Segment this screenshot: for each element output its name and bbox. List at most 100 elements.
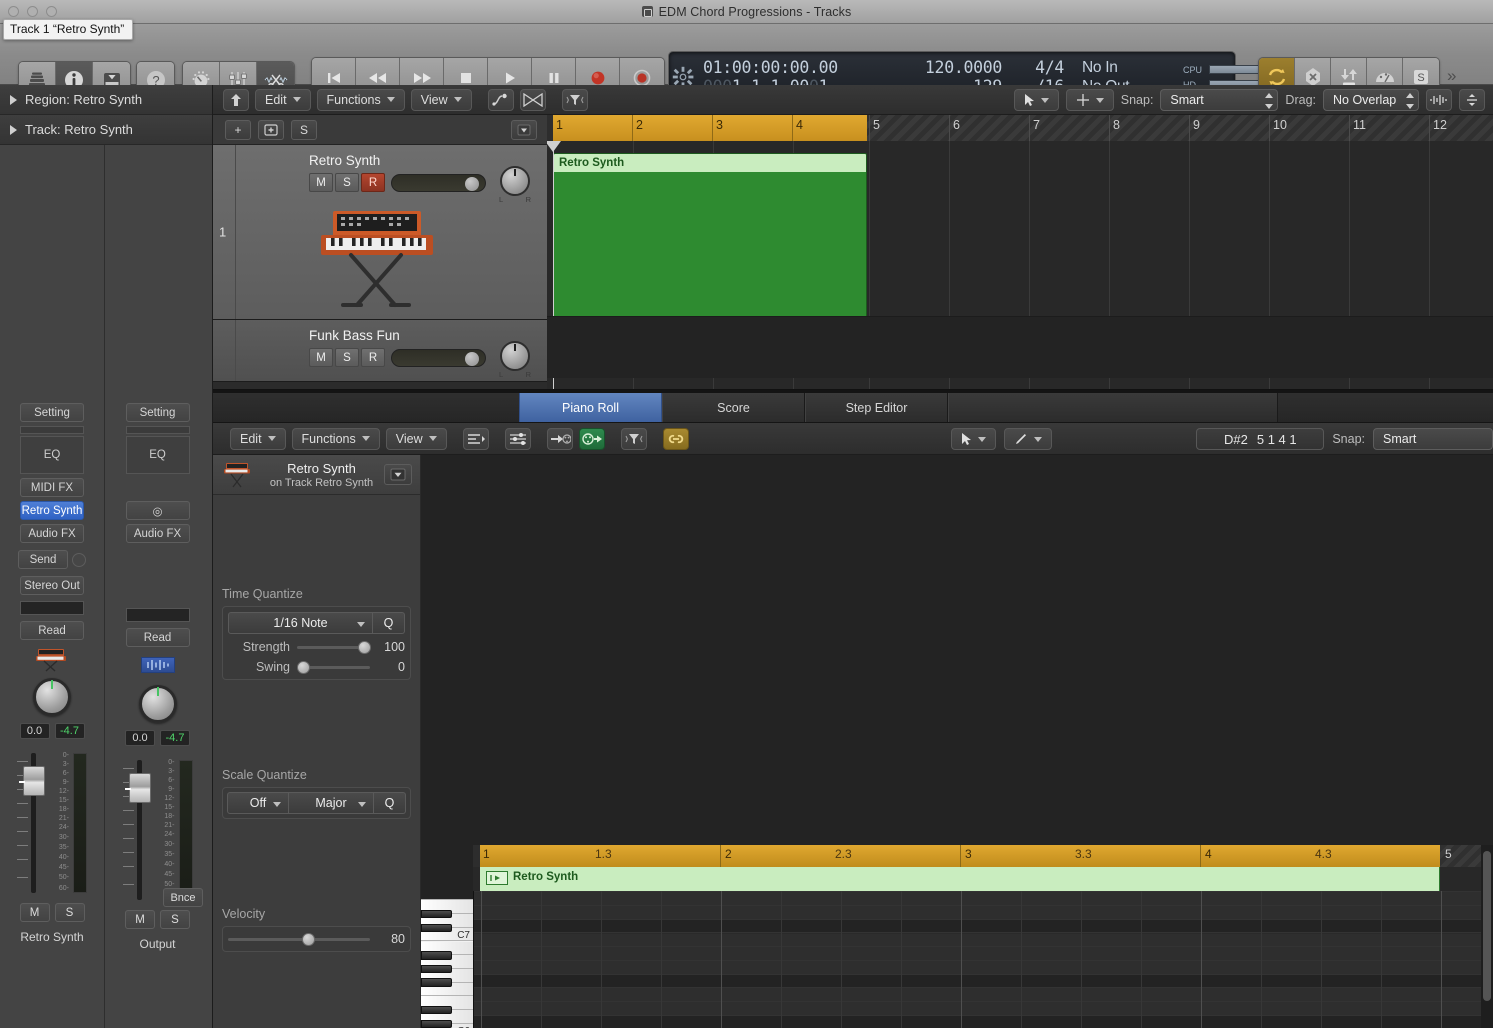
add-track-button[interactable]: + bbox=[225, 119, 251, 140]
playhead-handle[interactable] bbox=[547, 141, 561, 152]
tab-step-editor[interactable]: Step Editor bbox=[805, 393, 948, 422]
scrollbar-thumb[interactable] bbox=[1483, 851, 1491, 1001]
track-pan-control[interactable]: LR bbox=[498, 166, 532, 204]
output-slot[interactable]: Stereo Out bbox=[20, 576, 84, 595]
midi-in-button[interactable] bbox=[546, 427, 573, 450]
grid-row[interactable] bbox=[474, 974, 1493, 989]
volume-fader[interactable] bbox=[17, 753, 47, 893]
pan-value[interactable]: 0.0 bbox=[125, 730, 155, 746]
pan-value[interactable]: 0.0 bbox=[19, 723, 50, 739]
track-solo-button[interactable]: S bbox=[335, 348, 359, 367]
eq-display[interactable]: EQ bbox=[20, 436, 84, 474]
time-quantize-q-button[interactable]: Q bbox=[373, 612, 405, 634]
track-header-2[interactable]: Funk Bass Fun M S R LR bbox=[213, 320, 547, 382]
setting-slot[interactable] bbox=[20, 426, 84, 434]
grid-row[interactable] bbox=[474, 906, 1493, 920]
group-slot[interactable] bbox=[20, 601, 84, 615]
scale-type-popup[interactable]: Major bbox=[289, 792, 374, 814]
note-list-button[interactable] bbox=[462, 427, 489, 450]
bounce-button[interactable]: Bnce bbox=[163, 888, 203, 907]
piano-key-black[interactable] bbox=[421, 951, 452, 960]
tab-piano-roll[interactable]: Piano Roll bbox=[519, 393, 662, 422]
link-button[interactable] bbox=[662, 427, 689, 450]
instrument-slot[interactable]: Retro Synth bbox=[20, 501, 84, 520]
zoom-button[interactable] bbox=[46, 6, 57, 17]
track-name[interactable]: Funk Bass Fun bbox=[309, 328, 400, 343]
setting-slot[interactable] bbox=[125, 426, 190, 434]
region-disclosure-button[interactable] bbox=[384, 464, 412, 485]
slider-handle[interactable] bbox=[465, 352, 479, 366]
snap-popup[interactable]: Smart bbox=[1373, 428, 1493, 450]
mute-button[interactable]: M bbox=[19, 903, 50, 922]
piano-roll-region-bar[interactable]: Retro Synth bbox=[473, 867, 1493, 891]
send-level-knob[interactable] bbox=[72, 552, 86, 567]
volume-value[interactable]: -4.7 bbox=[54, 723, 85, 739]
pointer-tool[interactable] bbox=[1013, 89, 1059, 111]
solo-button[interactable]: S bbox=[54, 903, 85, 922]
time-quantize-popup[interactable]: 1/16 Note bbox=[228, 612, 373, 634]
region-retro-synth[interactable]: Retro Synth bbox=[553, 153, 867, 323]
track-name[interactable]: Retro Synth bbox=[309, 153, 380, 168]
tab-score[interactable]: Score bbox=[662, 393, 805, 422]
volume-value[interactable]: -4.7 bbox=[160, 730, 190, 746]
add-track-dup-button[interactable] bbox=[258, 119, 284, 140]
piano-key-black[interactable] bbox=[421, 964, 452, 974]
track-record-button[interactable]: R bbox=[361, 173, 385, 192]
inspector-region-header[interactable]: Region: Retro Synth bbox=[0, 85, 212, 115]
note-settings-button[interactable] bbox=[504, 427, 531, 450]
track-solo-button[interactable]: S bbox=[335, 173, 359, 192]
tracks-ruler[interactable]: 1 2 3 4 5 6 7 8 9 10 11 12 bbox=[547, 115, 1493, 141]
track-header-config-button[interactable] bbox=[511, 120, 537, 140]
solo-button[interactable]: S bbox=[160, 910, 190, 929]
velocity-slider[interactable] bbox=[228, 932, 370, 946]
grid-row[interactable] bbox=[474, 988, 1493, 1002]
midi-out-button[interactable] bbox=[578, 427, 605, 450]
midi-fx-slot[interactable]: MIDI FX bbox=[20, 478, 84, 497]
send-slot[interactable]: Send bbox=[18, 550, 68, 569]
strength-slider[interactable] bbox=[297, 640, 372, 654]
scale-quantize-q-button[interactable]: Q bbox=[374, 792, 406, 814]
marquee-tool[interactable] bbox=[1065, 89, 1114, 111]
pan-knob[interactable] bbox=[33, 678, 71, 716]
close-button[interactable] bbox=[8, 6, 19, 17]
grid-row[interactable] bbox=[474, 960, 1493, 975]
swing-slider[interactable] bbox=[297, 660, 370, 674]
pencil-tool[interactable] bbox=[1004, 428, 1053, 450]
grid-row[interactable] bbox=[474, 1015, 1493, 1028]
note-position-display[interactable]: D#2 5 1 4 1 bbox=[1196, 428, 1325, 450]
piano-key-black[interactable] bbox=[421, 909, 452, 919]
stereo-link-button[interactable]: ◎ bbox=[125, 501, 190, 520]
menu-edit[interactable]: Edit bbox=[255, 88, 311, 111]
zoom-vertical-button[interactable] bbox=[1459, 89, 1485, 111]
inspector-track-header[interactable]: Track: Retro Synth bbox=[0, 115, 212, 145]
minimize-button[interactable] bbox=[27, 6, 38, 17]
audio-fx-slot[interactable]: Audio FX bbox=[20, 524, 84, 543]
menu-functions[interactable]: Functions bbox=[291, 427, 380, 450]
menu-edit[interactable]: Edit bbox=[230, 427, 286, 450]
track-header-1[interactable]: 1 Retro Synth M S R LR bbox=[213, 145, 547, 320]
piano-keyboard[interactable]: C7C6C5C4C3C2 bbox=[421, 899, 473, 1028]
track-record-button[interactable]: R bbox=[361, 348, 385, 367]
menu-functions[interactable]: Functions bbox=[316, 88, 405, 111]
automation-mode-button[interactable]: Read bbox=[125, 628, 190, 647]
slider-handle[interactable] bbox=[465, 177, 479, 191]
setting-button[interactable]: Setting bbox=[20, 403, 84, 422]
solo-column-button[interactable]: S bbox=[291, 119, 317, 140]
toolbar-overflow-button[interactable]: » bbox=[1447, 66, 1456, 86]
piano-key-black[interactable] bbox=[421, 1019, 452, 1028]
mute-button[interactable]: M bbox=[125, 910, 155, 929]
grid-row[interactable] bbox=[474, 1002, 1493, 1016]
piano-key-black[interactable] bbox=[421, 978, 452, 987]
automation-mode-button[interactable]: Read bbox=[20, 621, 84, 640]
track-pan-control[interactable]: LR bbox=[498, 341, 532, 379]
pan-knob[interactable] bbox=[500, 166, 530, 196]
audio-fx-slot[interactable]: Audio FX bbox=[125, 524, 190, 543]
scale-root-popup[interactable]: Off bbox=[227, 792, 289, 814]
track-volume-slider[interactable] bbox=[391, 174, 486, 192]
grid-row[interactable] bbox=[474, 947, 1493, 961]
navigate-up-button[interactable] bbox=[223, 88, 249, 111]
snap-popup[interactable]: Smart bbox=[1160, 89, 1279, 111]
menu-view[interactable]: View bbox=[385, 427, 447, 450]
piano-key-black[interactable] bbox=[421, 923, 452, 933]
piano-roll-ruler[interactable]: 1 1.3 2 2.3 3 3.3 4 4.3 5 bbox=[473, 845, 1493, 867]
